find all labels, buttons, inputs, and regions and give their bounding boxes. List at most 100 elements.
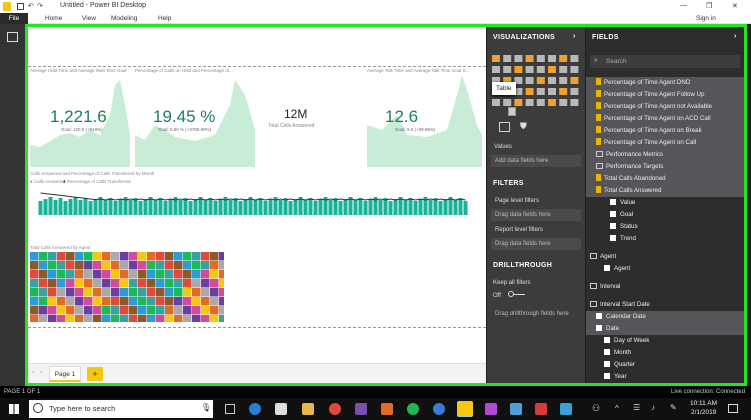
checkbox-icon[interactable] xyxy=(604,265,610,271)
checkbox-icon[interactable] xyxy=(604,349,610,355)
viz-type-icon[interactable] xyxy=(503,66,512,73)
viz-type-icon[interactable] xyxy=(536,88,545,95)
field-item[interactable]: Total Calls Answered xyxy=(586,185,744,197)
checkbox-icon[interactable] xyxy=(604,337,610,343)
field-item[interactable]: Status xyxy=(586,221,744,233)
field-item[interactable]: Quarter xyxy=(586,359,744,371)
field-item[interactable]: Day of Week xyxy=(586,335,744,347)
viz-type-icon[interactable] xyxy=(514,55,523,62)
app-icon[interactable] xyxy=(355,403,367,415)
viz-type-icon[interactable] xyxy=(559,99,568,106)
checkbox-icon[interactable] xyxy=(610,211,616,217)
powerbi-taskbar-icon[interactable] xyxy=(457,401,473,417)
viz-type-icon[interactable] xyxy=(503,99,512,106)
menu-home[interactable]: Home xyxy=(45,15,62,22)
field-item[interactable]: Year xyxy=(586,371,744,383)
restore-button[interactable]: ❐ xyxy=(706,2,712,10)
drillthrough-drop-zone[interactable]: Drag drillthrough fields here xyxy=(491,308,581,320)
menu-help[interactable]: Help xyxy=(158,15,171,22)
menu-view[interactable]: View xyxy=(82,15,96,22)
collapse-fields-icon[interactable]: › xyxy=(734,33,737,40)
save-icon[interactable] xyxy=(17,3,24,10)
close-button[interactable]: ✕ xyxy=(732,2,738,10)
checkbox-icon[interactable] xyxy=(610,223,616,229)
field-item[interactable]: Date xyxy=(586,323,744,335)
field-item[interactable]: Percentage of Time Agent on Break xyxy=(586,125,744,137)
report-filters-drop-zone[interactable]: Drag data fields here xyxy=(491,238,581,250)
checkbox-icon[interactable] xyxy=(610,235,616,241)
microphone-icon[interactable]: 🎙 xyxy=(201,403,211,412)
viz-type-icon[interactable] xyxy=(570,77,579,84)
field-item[interactable]: Percentage of Time Agent not Available xyxy=(586,101,744,113)
viz-type-icon[interactable] xyxy=(548,55,556,62)
checkbox-icon[interactable] xyxy=(610,199,616,205)
viz-type-icon[interactable] xyxy=(559,55,568,62)
viz-type-icon[interactable] xyxy=(570,88,579,95)
notifications-icon[interactable] xyxy=(728,404,738,413)
viz-type-icon[interactable] xyxy=(514,99,523,106)
table-visual-icon[interactable] xyxy=(508,107,516,116)
task-view-icon[interactable] xyxy=(225,404,235,414)
pen-icon[interactable]: ✎ xyxy=(670,403,677,412)
field-item[interactable]: Percentage of Time Agent on Call xyxy=(586,137,744,149)
field-item[interactable]: Performance Targets xyxy=(586,161,744,173)
viz-type-icon[interactable] xyxy=(559,77,568,84)
clock-time[interactable]: 10:11 AM xyxy=(690,400,717,407)
viz-type-icon[interactable] xyxy=(536,77,545,84)
viz-type-icon[interactable] xyxy=(525,55,534,62)
field-item[interactable]: Calendar Date xyxy=(586,311,744,323)
viz-type-icon[interactable] xyxy=(559,66,568,73)
viz-type-icon[interactable] xyxy=(514,66,523,73)
app-icon[interactable] xyxy=(485,403,497,415)
viz-type-icon[interactable] xyxy=(514,88,523,95)
chrome-icon[interactable] xyxy=(329,403,341,415)
show-hidden-icons[interactable]: ^ xyxy=(615,404,619,413)
clock-date[interactable]: 2/1/2019 xyxy=(691,409,716,416)
start-windows-icon[interactable] xyxy=(9,404,19,414)
viz-type-icon[interactable] xyxy=(492,66,500,73)
viz-type-icon[interactable] xyxy=(570,99,579,106)
viz-type-icon[interactable] xyxy=(570,66,579,73)
field-item[interactable]: Interval xyxy=(586,281,744,293)
field-item[interactable]: Performance Metrics xyxy=(586,149,744,161)
field-item[interactable]: Percentage of Time Agent on ACD Call xyxy=(586,113,744,125)
viz-type-icon[interactable] xyxy=(536,66,545,73)
viz-type-icon[interactable] xyxy=(548,88,556,95)
checkbox-icon[interactable] xyxy=(596,313,602,319)
values-drop-zone[interactable]: Add data fields here xyxy=(491,155,581,167)
checkbox-icon[interactable] xyxy=(596,325,602,331)
people-icon[interactable]: ⚇ xyxy=(592,403,600,414)
checkbox-icon[interactable] xyxy=(604,361,610,367)
fields-search-box[interactable]: ⌕ Search xyxy=(590,55,740,68)
viz-type-icon[interactable] xyxy=(492,55,500,62)
field-item[interactable]: Month xyxy=(586,347,744,359)
app-icon[interactable] xyxy=(510,403,522,415)
spotify-icon[interactable] xyxy=(407,403,419,415)
page-filters-drop-zone[interactable]: Drag data fields here xyxy=(491,209,581,221)
keep-filters-toggle[interactable] xyxy=(508,291,525,299)
app-icon[interactable] xyxy=(433,403,445,415)
volume-icon[interactable]: ♪ xyxy=(651,403,655,412)
viz-type-icon[interactable] xyxy=(503,55,512,62)
field-item[interactable]: Total Calls Abandoned xyxy=(586,173,744,185)
collapse-viz-icon[interactable]: › xyxy=(573,33,576,40)
app-icon[interactable] xyxy=(535,403,547,415)
field-item[interactable]: Value xyxy=(586,197,744,209)
redo-icon[interactable]: ↷ xyxy=(37,2,43,10)
fields-well-icon[interactable] xyxy=(499,122,510,132)
network-icon[interactable]: ☰ xyxy=(633,403,640,412)
viz-type-icon[interactable] xyxy=(559,88,568,95)
app-icon[interactable] xyxy=(381,403,393,415)
viz-type-icon[interactable] xyxy=(536,55,545,62)
field-item[interactable]: Trend xyxy=(586,233,744,245)
viz-type-icon[interactable] xyxy=(536,99,545,106)
report-view-icon[interactable] xyxy=(7,32,18,42)
checkbox-icon[interactable] xyxy=(604,373,610,379)
minimize-button[interactable]: — xyxy=(680,2,687,9)
format-paint-icon[interactable]: ⛊ xyxy=(520,121,527,132)
viz-type-icon[interactable] xyxy=(514,77,523,84)
viz-type-icon[interactable] xyxy=(548,77,556,84)
viz-type-icon[interactable] xyxy=(548,66,556,73)
undo-icon[interactable]: ↶ xyxy=(28,2,34,10)
field-item[interactable]: Percentage of Time Agent Follow Up xyxy=(586,89,744,101)
